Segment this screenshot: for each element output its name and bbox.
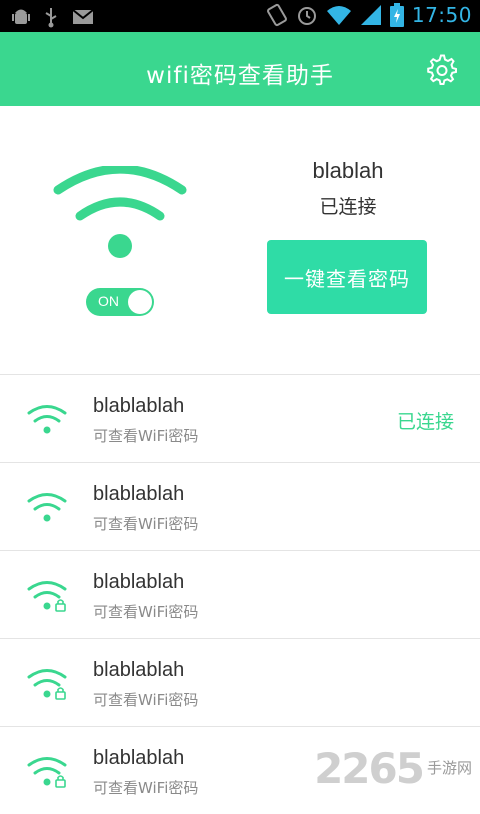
gear-icon[interactable] — [426, 54, 458, 86]
status-bar: 17:50 — [0, 0, 480, 32]
network-row[interactable]: blablablah 可查看WiFi密码 已连接 — [0, 374, 480, 462]
watermark-number: 2265 — [314, 748, 423, 790]
wifi-locked-icon — [26, 579, 68, 613]
battery-charging-icon — [390, 3, 404, 27]
toggle-label: ON — [98, 293, 119, 309]
network-name: blablablah — [93, 483, 184, 506]
app-bar: wifi密码查看助手 — [0, 32, 480, 106]
view-password-button[interactable]: 一键查看密码 — [267, 240, 427, 314]
network-name: blablablah — [93, 571, 184, 594]
rotate-icon — [266, 3, 288, 27]
watermark-text: 手游网 — [427, 757, 472, 778]
wifi-icon — [26, 403, 68, 437]
app-title: wifi密码查看助手 — [0, 56, 480, 90]
wifi-toggle[interactable]: ON — [86, 288, 154, 316]
current-network-panel: ON blablah 已连接 一键查看密码 — [0, 106, 480, 374]
status-bar-left — [12, 6, 94, 28]
network-subtitle: 可查看WiFi密码 — [93, 601, 198, 622]
wifi-icon — [50, 166, 190, 266]
network-subtitle: 可查看WiFi密码 — [93, 689, 198, 710]
status-time: 17:50 — [412, 3, 472, 27]
network-row[interactable]: blablablah 可查看WiFi密码 — [0, 462, 480, 550]
cell-signal-icon — [360, 4, 382, 26]
watermark: 2265 手游网 — [314, 748, 472, 790]
network-subtitle: 可查看WiFi密码 — [93, 425, 198, 446]
toggle-knob — [128, 290, 152, 314]
status-bar-right: 17:50 — [266, 3, 472, 27]
network-row[interactable]: blablablah 可查看WiFi密码 — [0, 550, 480, 638]
network-name: blablablah — [93, 747, 184, 770]
network-status: 已连接 — [397, 407, 454, 434]
wifi-icon — [26, 491, 68, 525]
alarm-icon — [296, 4, 318, 26]
network-subtitle: 可查看WiFi密码 — [93, 777, 198, 798]
wifi-locked-icon — [26, 755, 68, 789]
network-name: blablablah — [93, 659, 184, 682]
usb-icon — [44, 6, 58, 28]
wifi-locked-icon — [26, 667, 68, 701]
current-network-status: 已连接 — [270, 192, 426, 219]
android-debug-icon — [12, 7, 30, 27]
network-subtitle: 可查看WiFi密码 — [93, 513, 198, 534]
wifi-signal-icon — [326, 4, 352, 26]
network-name: blablablah — [93, 395, 184, 418]
current-network-name: blablah — [270, 158, 426, 184]
network-row[interactable]: blablablah 可查看WiFi密码 — [0, 638, 480, 726]
gmail-icon — [72, 9, 94, 25]
